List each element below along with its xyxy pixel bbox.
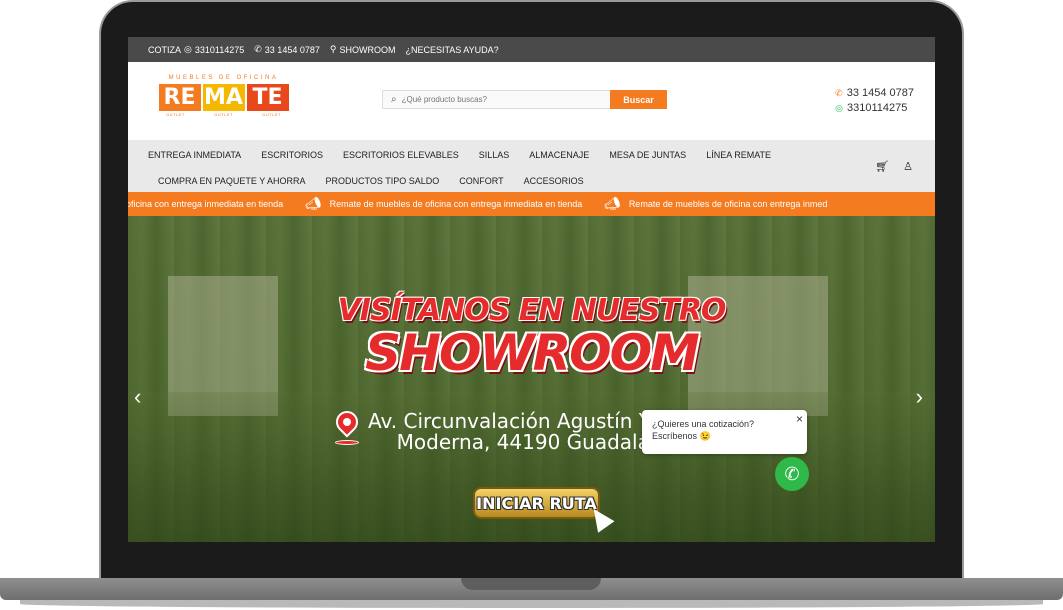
nav-escritorios[interactable]: ESCRITORIOS xyxy=(261,150,323,160)
phone-icon: ✆ xyxy=(254,44,262,54)
laptop-shadow xyxy=(20,600,1043,608)
promo-ticker: oficina con entrega inmediata en tienda … xyxy=(128,192,935,216)
cotiza-label: COTIZA xyxy=(148,44,181,55)
ticker-text: Remate de muebles de oficina con entrega… xyxy=(329,199,583,209)
cotiza-phone: 3310114275 xyxy=(194,44,245,55)
nav-linea-remate[interactable]: LÍNEA REMATE xyxy=(706,150,771,160)
nav-almacenaje[interactable]: ALMACENAJE xyxy=(529,150,589,160)
hero-slider: VISÍTANOS EN NUESTRO SHOWROOM Av. Circun… xyxy=(128,216,935,542)
ticker-text-end: Remate de muebles de oficina con entrega… xyxy=(628,199,828,209)
iniciar-ruta-button[interactable]: INICIAR RUTA xyxy=(473,487,600,519)
hero-title-line2: SHOWROOM xyxy=(365,324,700,382)
user-icon[interactable]: ♙ xyxy=(903,160,913,173)
cotiza-link[interactable]: COTIZA ◎ 3310114275 xyxy=(148,44,244,55)
logo-block-ma: MA xyxy=(202,84,245,111)
chat-line2: Escríbenos 😉 xyxy=(652,431,711,441)
phone-icon: ✆ xyxy=(835,88,843,98)
logo[interactable]: MUEBLES DE OFICINA RE MA TE OUTLET OUTLE… xyxy=(156,75,291,125)
main-nav: ENTREGA INMEDIATA ESCRITORIOS ESCRITORIO… xyxy=(128,140,935,192)
chat-popup[interactable]: × ¿Quieres una cotización? Escríbenos 😉 xyxy=(642,410,807,454)
header-whatsapp[interactable]: ◎ 3310114275 xyxy=(835,101,914,116)
megaphone-icon: 📣︎ xyxy=(305,196,322,211)
cart-icon[interactable]: 🛒︎ xyxy=(875,160,889,173)
header-phone-text: 33 1454 0787 xyxy=(846,87,914,99)
search-button[interactable]: Buscar xyxy=(610,90,667,109)
logo-block-re: RE xyxy=(158,84,201,111)
nav-sillas[interactable]: SILLAS xyxy=(479,150,510,160)
logo-sub-1: OUTLET xyxy=(166,112,185,117)
ayuda-text: ¿NECESITAS AYUDA? xyxy=(405,44,499,55)
header-whatsapp-text: 3310114275 xyxy=(847,102,908,114)
slider-next-arrow[interactable]: › xyxy=(916,384,923,410)
logo-block-te: TE xyxy=(246,84,289,111)
top-bar: COTIZA ◎ 3310114275 ✆ 33 1454 0787 ⚲ SHO… xyxy=(128,37,935,62)
nav-compra-paquete[interactable]: COMPRA EN PAQUETE Y AHORRA xyxy=(158,176,306,186)
website-screen: COTIZA ◎ 3310114275 ✆ 33 1454 0787 ⚲ SHO… xyxy=(128,37,935,542)
megaphone-icon: 📣︎ xyxy=(604,196,621,211)
header-contact: ✆ 33 1454 0787 ◎ 3310114275 xyxy=(835,86,914,116)
whatsapp-icon: ✆ xyxy=(784,463,800,484)
nav-escritorios-elevables[interactable]: ESCRITORIOS ELEVABLES xyxy=(343,150,459,160)
map-pin-icon xyxy=(331,406,363,445)
nav-confort[interactable]: CONFORT xyxy=(459,176,503,186)
phone-text: 33 1454 0787 xyxy=(264,44,320,55)
search-field: ⌕ xyxy=(382,90,610,109)
showroom-text: SHOWROOM xyxy=(339,44,396,55)
whatsapp-button[interactable]: ✆ xyxy=(775,457,809,491)
search-bar: ⌕ Buscar xyxy=(382,90,667,109)
laptop-notch xyxy=(461,578,601,590)
nav-accesorios[interactable]: ACCESORIOS xyxy=(524,176,584,186)
showroom-link[interactable]: ⚲ SHOWROOM xyxy=(330,44,396,55)
phone-link[interactable]: ✆ 33 1454 0787 xyxy=(254,44,320,55)
search-input[interactable] xyxy=(401,95,592,104)
nav-productos-saldo[interactable]: PRODUCTOS TIPO SALDO xyxy=(326,176,440,186)
nav-mesa-de-juntas[interactable]: MESA DE JUNTAS xyxy=(609,150,686,160)
header-phone[interactable]: ✆ 33 1454 0787 xyxy=(835,86,914,101)
close-icon[interactable]: × xyxy=(796,413,803,425)
slider-prev-arrow[interactable]: ‹ xyxy=(134,384,141,410)
header: MUEBLES DE OFICINA RE MA TE OUTLET OUTLE… xyxy=(128,62,935,140)
chat-line1: ¿Quieres una cotización? xyxy=(652,419,755,429)
hero-title-line1: VISÍTANOS EN NUESTRO xyxy=(337,293,727,328)
logo-sub-2: OUTLET xyxy=(214,112,233,117)
ticker-text-partial: oficina con entrega inmediata en tienda xyxy=(128,199,284,209)
nav-entrega-inmediata[interactable]: ENTREGA INMEDIATA xyxy=(148,150,241,160)
search-icon: ⌕ xyxy=(391,94,397,105)
ayuda-link[interactable]: ¿NECESITAS AYUDA? xyxy=(405,45,498,55)
logo-tagline: MUEBLES DE OFICINA xyxy=(168,75,279,81)
whatsapp-icon: ◎ xyxy=(835,103,844,113)
location-icon: ⚲ xyxy=(329,44,337,54)
logo-sub-3: OUTLET xyxy=(262,112,281,117)
whatsapp-icon: ◎ xyxy=(184,44,192,54)
